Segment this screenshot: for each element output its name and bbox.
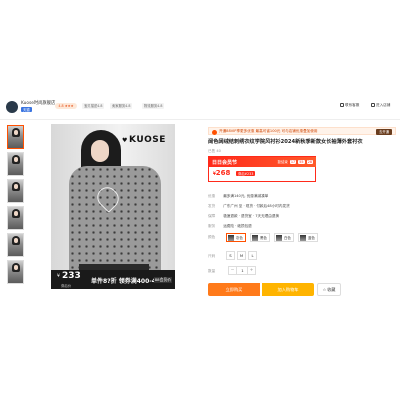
contact-service-label: 联系客服	[345, 103, 360, 107]
info-value: 广东广州 至 · 现货 · 付款后48小时内发货	[223, 204, 290, 208]
image-member-badge: 88会员价	[153, 277, 172, 283]
info-label: 保障	[208, 214, 216, 218]
deal-label: 日日会员节	[212, 160, 238, 166]
shop-avatar[interactable]	[6, 101, 18, 113]
color-label: 颜色	[208, 235, 216, 239]
info-row-discount: 优惠 最多满140元, 优惠满减凑单	[208, 194, 268, 199]
rating-tag-logistics: 物流服务4.8	[142, 103, 165, 109]
quantity-increase-button[interactable]: +	[247, 267, 255, 275]
favorite-button[interactable]: ☆ 收藏	[317, 283, 341, 296]
size-option-m[interactable]: M	[237, 251, 246, 260]
size-option-s[interactable]: S	[226, 251, 235, 260]
thumbnail[interactable]	[7, 125, 24, 149]
image-coupon-label: 券后价	[61, 284, 72, 288]
info-row-service: 服务 运费险 · 破损包退	[208, 224, 252, 229]
info-value: 最多满140元, 优惠满减凑单	[223, 194, 269, 198]
info-value: 极速退款 · 退货宝 · 7天无理由退换	[223, 214, 280, 218]
deal-coupon-price[interactable]: 券后¥233	[236, 171, 256, 176]
info-label: 优惠	[208, 194, 216, 198]
shop-header: Kuose时尚旗舰店 天猫 4.8 ★★★ 宝贝描述4.8 卖家服务4.8 物流…	[0, 98, 400, 120]
thumbnail[interactable]	[7, 233, 24, 257]
image-promo-text: 单件8?折 领券满400-40	[91, 278, 161, 285]
sales-count: 已售 40	[208, 149, 221, 153]
color-option[interactable]: 灰色	[226, 233, 246, 242]
image-price: 233	[62, 271, 81, 281]
countdown-seconds: 28	[306, 160, 313, 164]
color-option-label: 蓝色	[308, 236, 315, 240]
deal-price-value: 268	[215, 169, 231, 177]
color-option-label: 灰色	[236, 236, 243, 240]
member-deal-box: 日日会员节 距结束 17 55 28 ¥268 券后¥233	[208, 156, 316, 182]
info-row-guarantee: 保障 极速退款 · 退货宝 · 7天无理由退换	[208, 214, 279, 219]
color-option[interactable]: 白色	[274, 233, 294, 242]
size-option-l[interactable]: L	[248, 251, 257, 260]
thumbnail-list	[7, 125, 27, 287]
deal-price: ¥268	[213, 169, 230, 177]
info-label: 服务	[208, 224, 216, 228]
info-row-shipping: 发货 广东广州 至 · 现货 · 付款后48小时内发货	[208, 204, 290, 209]
countdown-prefix: 距结束	[277, 160, 288, 164]
image-price-currency: ¥	[57, 274, 60, 279]
countdown-minutes: 55	[298, 160, 305, 164]
shop-icon	[371, 103, 375, 107]
color-option-label: 黑色	[260, 236, 267, 240]
chat-icon	[340, 103, 344, 107]
main-product-image[interactable]: ♥ KUOSE	[51, 124, 175, 289]
quantity-label: 数量	[208, 269, 216, 273]
image-price-bar: ¥ 233 券后价 单件8?折 领券满400-40 88会员价	[51, 270, 175, 289]
color-option-label: 白色	[284, 236, 291, 240]
color-option[interactable]: 蓝色	[298, 233, 318, 242]
enter-shop-link[interactable]: 进入店铺	[371, 103, 390, 108]
thumbnail[interactable]	[7, 152, 24, 176]
thumbnail[interactable]	[7, 260, 24, 284]
contact-service-link[interactable]: 联系客服	[340, 103, 359, 108]
size-label: 尺码	[208, 254, 216, 258]
buy-now-button[interactable]: 立即购买	[208, 283, 260, 296]
deal-header: 日日会员节 距结束 17 55 28	[209, 157, 316, 167]
quantity-decrease-button[interactable]: −	[229, 267, 237, 275]
vip-promo-banner: 开通88VIP享更多优惠 最高可省100元 可与店铺优惠叠加使用 去开通	[208, 127, 396, 135]
enter-shop-label: 进入店铺	[376, 103, 391, 107]
product-title: 阔色阔绒结刺绣衣纹学院风衬衫2024新秋季新款女长袖薄外套衬衣	[208, 139, 363, 145]
deal-countdown: 距结束 17 55 28	[278, 159, 313, 164]
store-rating: 4.8 ★★★	[55, 103, 77, 109]
vip-promo-text: 开通88VIP享更多优惠 最高可省100元 可与店铺优惠叠加使用	[219, 129, 318, 133]
countdown-hours: 17	[289, 160, 297, 164]
thumbnail[interactable]	[7, 179, 24, 203]
shop-name[interactable]: Kuose时尚旗舰店	[21, 100, 55, 106]
info-label: 发货	[208, 204, 216, 208]
shop-badge: 天猫	[21, 107, 32, 112]
vip-open-button[interactable]: 去开通	[376, 129, 392, 135]
brand-logo: KUOSE	[129, 135, 166, 145]
quantity-stepper: − 1 +	[228, 266, 256, 275]
add-to-cart-button[interactable]: 加入购物车	[262, 283, 314, 296]
rating-tag-service: 卖家服务4.8	[110, 103, 133, 109]
vip-icon	[212, 129, 217, 135]
info-value: 运费险 · 破损包退	[223, 224, 252, 228]
color-option[interactable]: 黑色	[250, 233, 270, 242]
thumbnail[interactable]	[7, 206, 24, 230]
heart-icon: ♥	[122, 137, 128, 144]
rating-tag-description: 宝贝描述4.8	[82, 103, 105, 109]
